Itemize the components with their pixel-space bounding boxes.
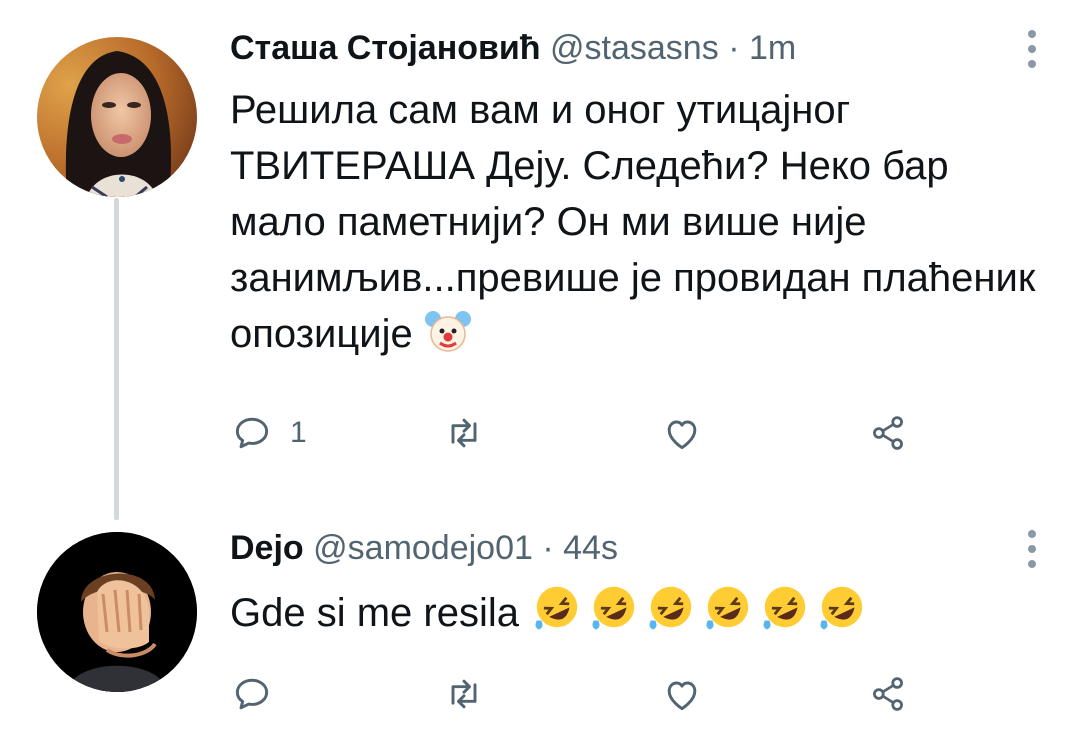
like-button[interactable]	[660, 670, 704, 718]
rofl-emoji-group	[530, 586, 872, 635]
retweet-icon	[451, 679, 477, 709]
reply-button[interactable]: 1	[230, 409, 307, 457]
heart-icon	[667, 681, 697, 711]
rofl-emoji	[815, 580, 869, 649]
rofl-emoji	[701, 580, 755, 649]
tweet-stasa[interactable]: Сташа Стојановић @stasasns · 1m Решила с…	[0, 0, 1080, 500]
retweet-button[interactable]	[442, 409, 486, 457]
rofl-emoji	[644, 580, 698, 649]
woman-portrait-image	[37, 37, 197, 197]
timestamp[interactable]: 44s	[563, 529, 618, 567]
retweet-button[interactable]	[442, 670, 486, 718]
tweet-actions	[230, 670, 930, 718]
user-handle[interactable]: @samodejo01	[313, 529, 533, 567]
facepalm-memoji-image	[37, 532, 197, 692]
reply-icon	[235, 417, 269, 449]
tweet-header: Dejo @samodejo01 · 44s	[230, 528, 618, 568]
like-button[interactable]	[660, 409, 704, 457]
rofl-emoji	[530, 580, 584, 649]
more-options-icon[interactable]	[1026, 530, 1038, 568]
share-button[interactable]	[866, 670, 910, 718]
reply-icon	[235, 678, 269, 710]
reply-count: 1	[290, 416, 307, 449]
share-icon	[873, 677, 903, 711]
timestamp[interactable]: 1m	[749, 29, 796, 67]
tweet-actions: 1	[230, 409, 930, 457]
separator-dot: ·	[728, 29, 740, 67]
rofl-emoji	[758, 580, 812, 649]
tweet-body: Решила сам вам и оног утицајног ТВИТЕРАШ…	[230, 88, 1036, 356]
heart-icon	[667, 420, 697, 450]
avatar[interactable]	[37, 37, 197, 197]
tweet-dejo[interactable]: Dejo @samodejo01 · 44s Gde si me resila	[0, 500, 1080, 753]
display-name[interactable]: Dejo	[230, 529, 304, 567]
avatar[interactable]	[37, 532, 197, 692]
retweet-icon	[451, 418, 477, 448]
tweet-header: Сташа Стојановић @stasasns · 1m	[230, 28, 796, 68]
share-icon	[873, 416, 903, 450]
tweet-text: Решила сам вам и оног утицајног ТВИТЕРАШ…	[230, 82, 1040, 370]
more-options-icon[interactable]	[1026, 30, 1038, 68]
rofl-emoji	[587, 580, 641, 649]
display-name[interactable]: Сташа Стојановић	[230, 29, 541, 67]
share-button[interactable]	[866, 409, 910, 457]
separator-dot: ·	[542, 529, 554, 567]
clown-face-emoji	[424, 307, 472, 370]
tweet-text: Gde si me resila	[230, 580, 1040, 649]
reply-button[interactable]	[230, 670, 290, 718]
user-handle[interactable]: @stasasns	[550, 29, 719, 67]
tweet-body: Gde si me resila	[230, 591, 519, 635]
